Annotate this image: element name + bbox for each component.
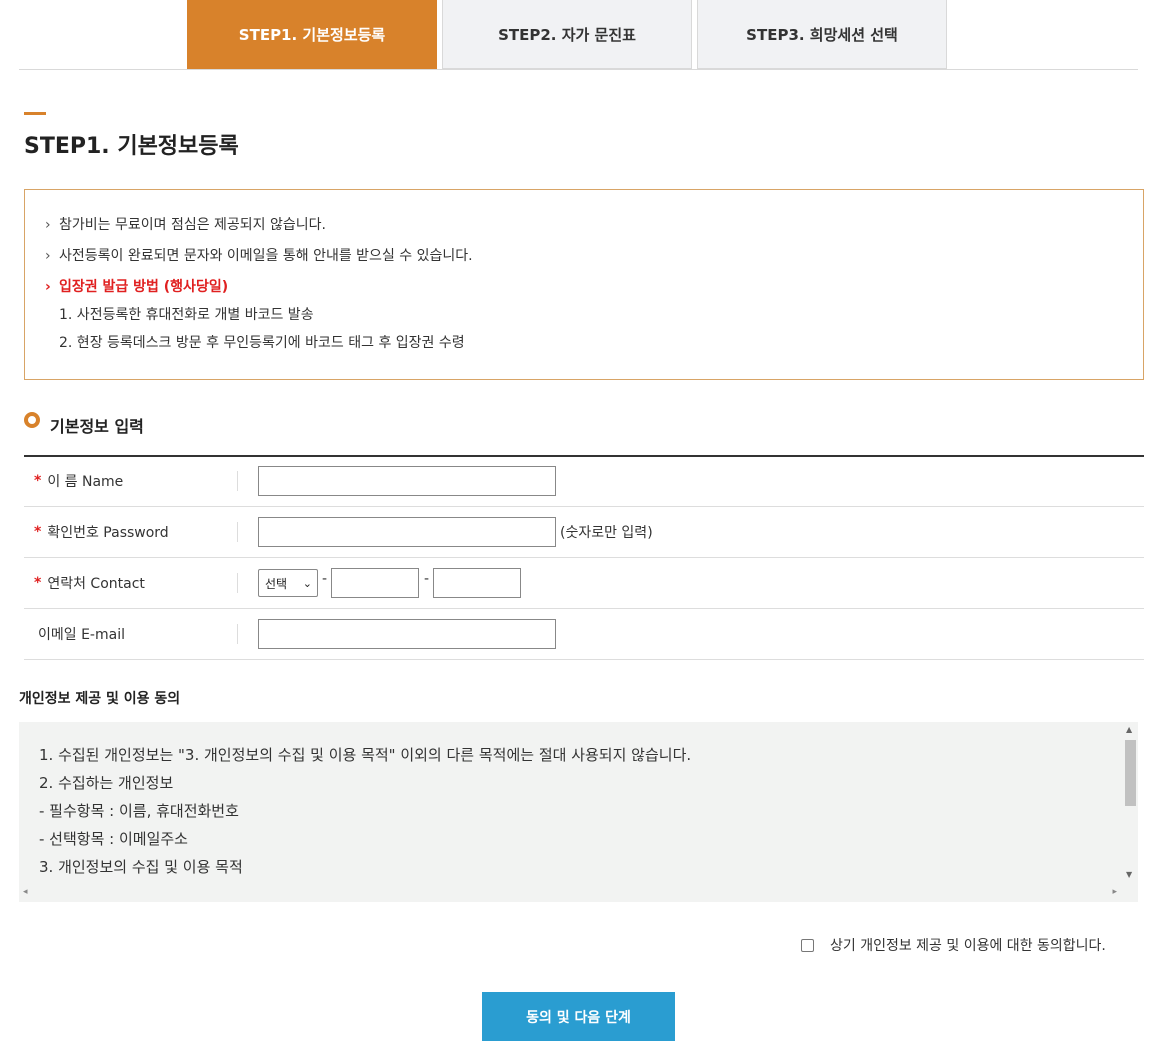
notice-line: › 참가비는 무료이며 점심은 제공되지 않습니다.: [45, 214, 326, 234]
notice-line: › 사전등록이 완료되면 문자와 이메일을 통해 안내를 받으실 수 있습니다.: [45, 245, 473, 265]
notice-text: 입장권 발급 방법 (행사당일): [59, 279, 229, 295]
section-title: 기본정보 입력: [50, 417, 144, 436]
label-divider: [237, 471, 238, 491]
agree-checkbox[interactable]: [801, 938, 814, 952]
password-input[interactable]: [258, 517, 556, 547]
privacy-line: 2. 수집하는 개인정보: [39, 774, 174, 792]
contact-prefix-select[interactable]: 선택 ⌄: [258, 569, 318, 597]
agree-label[interactable]: 상기 개인정보 제공 및 이용에 대한 동의합니다.: [830, 935, 1106, 955]
contact-last-input[interactable]: [433, 568, 521, 598]
password-hint: (숫자로만 입력): [560, 525, 653, 541]
label-text: 연락처 Contact: [47, 576, 145, 592]
agree-row: 상기 개인정보 제공 및 이용에 대한 동의합니다.: [801, 935, 1106, 955]
notice-text: 사전등록이 완료되면 문자와 이메일을 통해 안내를 받으실 수 있습니다.: [59, 248, 473, 264]
title-accent-bar: [24, 112, 46, 115]
form-row-password: * 확인번호 Password (숫자로만 입력): [24, 507, 1144, 558]
horizontal-scrollbar[interactable]: ◂ ▸: [19, 885, 1121, 902]
password-label: * 확인번호 Password: [34, 507, 169, 557]
tab-step3[interactable]: STEP3. 희망세션 선택: [697, 0, 947, 69]
privacy-line: 3. 개인정보의 수집 및 이용 목적: [39, 858, 243, 876]
tab-step2[interactable]: STEP2. 자가 문진표: [442, 0, 692, 69]
form-row-email: 이메일 E-mail: [24, 609, 1144, 660]
contact-middle-input[interactable]: [331, 568, 419, 598]
privacy-line: - 필수항목 : 이름, 휴대전화번호: [39, 802, 239, 820]
notice-sub-line: 1. 사전등록한 휴대전화로 개별 바코드 발송: [59, 307, 314, 323]
email-label: 이메일 E-mail: [34, 609, 125, 659]
name-input[interactable]: [258, 466, 556, 496]
label-divider: [237, 624, 238, 644]
scroll-right-icon[interactable]: ▸: [1112, 887, 1117, 897]
email-input[interactable]: [258, 619, 556, 649]
tab-step1[interactable]: STEP1. 기본정보등록: [187, 0, 437, 69]
contact-dash: -: [424, 571, 430, 587]
notice-text: 참가비는 무료이며 점심은 제공되지 않습니다.: [59, 217, 326, 233]
notice-sub-line: 2. 현장 등록데스크 방문 후 무인등록기에 바코드 태그 후 입장권 수령: [59, 335, 465, 351]
required-mark: *: [34, 473, 42, 489]
label-text: 이메일 E-mail: [38, 627, 125, 643]
tabs-divider: [19, 69, 1138, 70]
scroll-down-icon[interactable]: ▼: [1126, 870, 1132, 879]
form-row-name: * 이 름 Name: [24, 456, 1144, 507]
required-mark: *: [34, 575, 42, 591]
required-mark: *: [34, 524, 42, 540]
circle-bullet-icon: [24, 412, 40, 428]
chevron-right-icon: ›: [45, 248, 51, 264]
label-text: 이 름 Name: [47, 474, 124, 490]
scroll-up-icon[interactable]: ▲: [1126, 725, 1132, 734]
notice-box: › 참가비는 무료이며 점심은 제공되지 않습니다. › 사전등록이 완료되면 문자…: [24, 189, 1144, 380]
chevron-down-icon: ⌄: [302, 577, 312, 590]
scrollbar-thumb[interactable]: [1125, 740, 1136, 806]
privacy-textarea[interactable]: 1. 수집된 개인정보는 "3. 개인정보의 수집 및 이용 목적" 이외의 다…: [19, 722, 1138, 902]
privacy-line: - 선택항목 : 이메일주소: [39, 830, 188, 848]
scroll-left-icon[interactable]: ◂: [23, 887, 28, 897]
notice-line-highlight: › 입장권 발급 방법 (행사당일): [45, 276, 228, 296]
contact-label: * 연락처 Contact: [34, 558, 145, 608]
privacy-title: 개인정보 제공 및 이용 동의: [19, 691, 181, 707]
chevron-right-icon: ›: [45, 279, 51, 295]
label-text: 확인번호 Password: [47, 525, 169, 541]
contact-dash: -: [322, 571, 328, 587]
page-title: STEP1. 기본정보등록: [24, 134, 239, 159]
privacy-line: 1. 수집된 개인정보는 "3. 개인정보의 수집 및 이용 목적" 이외의 다…: [39, 746, 692, 764]
vertical-scrollbar[interactable]: ▲ ▼: [1121, 722, 1138, 885]
label-divider: [237, 522, 238, 542]
step-tabs: STEP1. 기본정보등록 STEP2. 자가 문진표 STEP3. 희망세션 …: [187, 0, 947, 69]
label-divider: [237, 573, 238, 593]
name-label: * 이 름 Name: [34, 456, 123, 506]
form-row-contact: * 연락처 Contact 선택 ⌄ - -: [24, 558, 1144, 609]
chevron-right-icon: ›: [45, 217, 51, 233]
select-value: 선택: [265, 576, 288, 591]
agree-next-button[interactable]: 동의 및 다음 단계: [482, 992, 675, 1041]
